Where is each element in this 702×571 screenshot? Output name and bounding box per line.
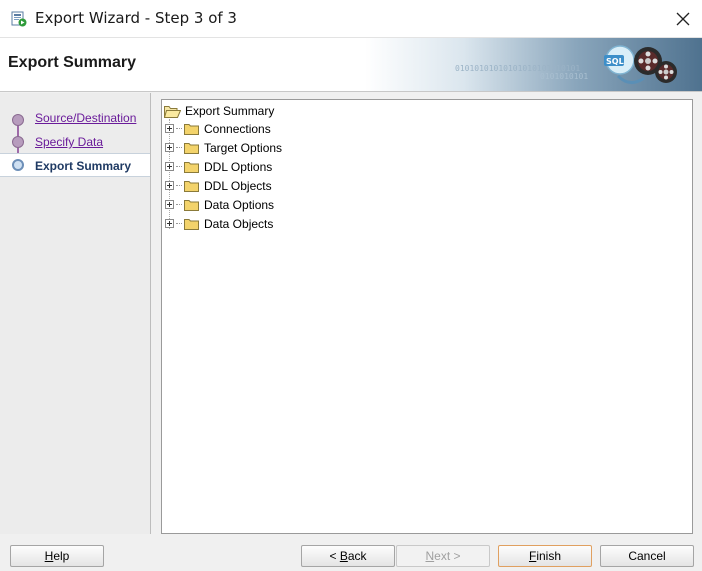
back-prefix: <: [329, 549, 340, 563]
tree-item-label: Target Options: [204, 140, 283, 155]
back-mnemonic: B: [339, 549, 348, 563]
next-label-rest: ext >: [434, 549, 461, 563]
expand-icon[interactable]: [165, 143, 174, 152]
tree-root-label: Export Summary: [185, 104, 275, 118]
folder-icon: [184, 218, 199, 230]
help-button[interactable]: Help: [10, 545, 104, 567]
wizard-steps-panel: Source/Destination Specify Data Export S…: [0, 93, 151, 534]
step-label-export-summary: Export Summary: [35, 159, 132, 173]
back-label-rest: ack: [347, 549, 367, 563]
tree-item-connections[interactable]: Connections: [165, 119, 271, 138]
sql-export-reels-icon: SQL: [604, 45, 677, 84]
tree-root[interactable]: Export Summary: [164, 102, 274, 120]
svg-text:SQL: SQL: [606, 57, 624, 66]
tree-item-label: Connections: [204, 121, 271, 136]
expand-icon[interactable]: [165, 200, 174, 209]
expand-icon[interactable]: [165, 181, 174, 190]
tree-item-label: DDL Objects: [204, 178, 272, 193]
step-specify-data[interactable]: Specify Data: [0, 130, 150, 154]
wizard-header: Export Summary 0101010101010101010101010…: [0, 38, 702, 92]
window-title: Export Wizard - Step 3 of 3: [35, 9, 237, 27]
step-source-destination[interactable]: Source/Destination: [0, 106, 150, 130]
close-window-button[interactable]: [664, 0, 702, 38]
tree-item-ddl-options[interactable]: DDL Options: [165, 157, 272, 176]
tree-item-target-options[interactable]: Target Options: [165, 138, 282, 157]
cancel-button[interactable]: Cancel: [600, 545, 694, 567]
folder-icon: [184, 161, 199, 173]
step-completed-icon: [12, 114, 24, 126]
tree-item-label: Data Options: [204, 197, 275, 212]
expand-icon[interactable]: [165, 162, 174, 171]
help-mnemonic: H: [44, 549, 54, 563]
title-bar: Export Wizard - Step 3 of 3: [0, 0, 702, 38]
step-label-source-destination[interactable]: Source/Destination: [35, 111, 136, 125]
back-button[interactable]: < Back: [301, 545, 395, 567]
expand-icon[interactable]: [165, 124, 174, 133]
finish-button[interactable]: Finish: [498, 545, 592, 567]
open-folder-icon: [164, 105, 181, 118]
folder-icon: [184, 199, 199, 211]
finish-mnemonic: F: [528, 549, 537, 563]
folder-icon: [184, 142, 199, 154]
step-export-summary[interactable]: Export Summary: [0, 153, 150, 177]
tree-item-data-options[interactable]: Data Options: [165, 195, 274, 214]
next-mnemonic: N: [425, 549, 435, 563]
tree-item-data-objects[interactable]: Data Objects: [165, 214, 273, 233]
close-icon: [676, 12, 690, 26]
tree-item-label: DDL Options: [204, 159, 273, 174]
tree-item-label: Data Objects: [204, 216, 274, 231]
folder-icon: [184, 123, 199, 135]
cancel-label: Cancel: [628, 549, 666, 563]
finish-label-rest: inish: [536, 549, 562, 563]
step-label-specify-data[interactable]: Specify Data: [35, 135, 103, 149]
summary-tree[interactable]: Export Summary Connections Target Option…: [161, 99, 693, 534]
page-title: Export Summary: [8, 54, 137, 71]
step-completed-icon: [12, 136, 24, 148]
expand-icon[interactable]: [165, 219, 174, 228]
folder-icon: [184, 180, 199, 192]
next-button[interactable]: Next >: [396, 545, 490, 567]
export-wizard-app-icon: [11, 11, 27, 27]
help-label-rest: elp: [53, 549, 70, 563]
step-current-icon: [12, 159, 24, 171]
header-binary-decoration-2: 0101010101: [540, 72, 589, 81]
tree-item-ddl-objects[interactable]: DDL Objects: [165, 176, 272, 195]
